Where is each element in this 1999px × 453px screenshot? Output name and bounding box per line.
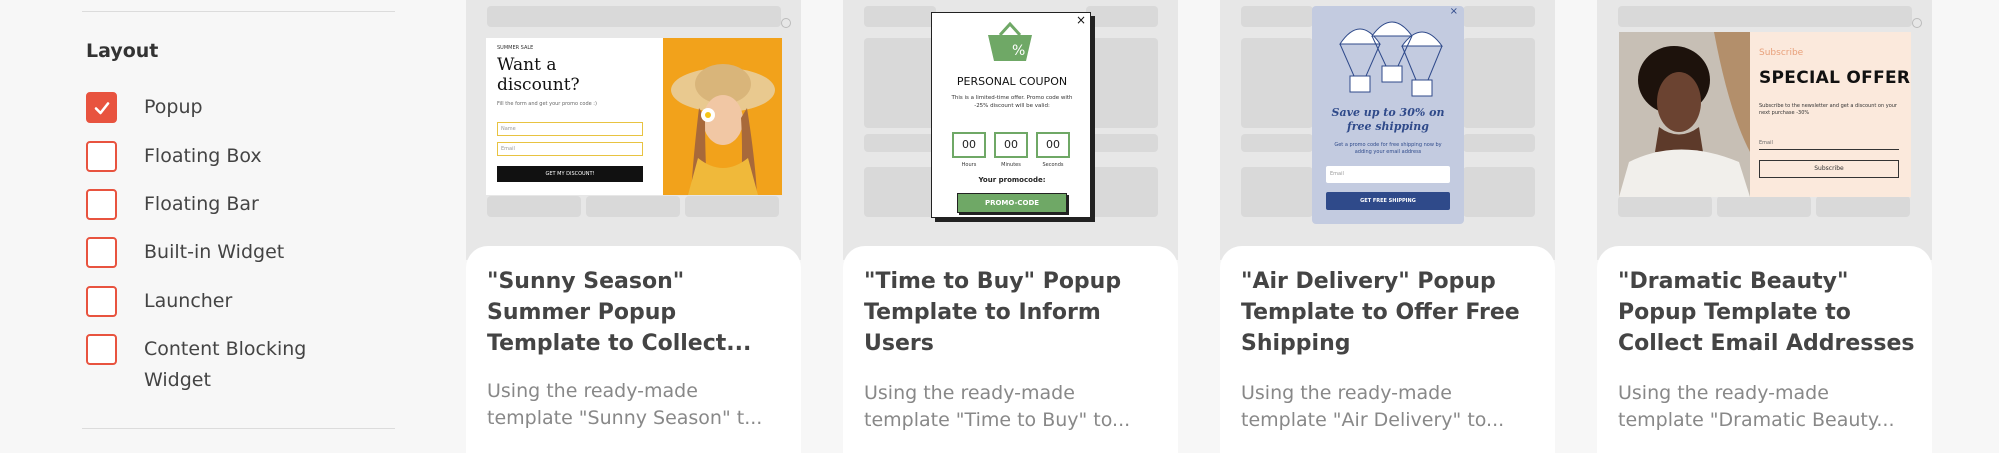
countdown-label: Hours bbox=[961, 162, 977, 168]
card-title[interactable]: "Time to Buy" Popup Template to Inform U… bbox=[864, 266, 1164, 361]
layout-option-built-in-widget[interactable]: Built-in Widget bbox=[86, 237, 364, 268]
card-description-line: Using the ready-made bbox=[864, 382, 1075, 404]
checkbox[interactable] bbox=[86, 141, 117, 172]
layout-option-floating-box[interactable]: Floating Box bbox=[86, 141, 364, 172]
popup-headline: Save up to 30% on free shipping bbox=[1331, 106, 1445, 133]
popup-email-field: Email bbox=[1759, 136, 1899, 150]
card-body: "Time to Buy" Popup Template to Inform U… bbox=[843, 246, 1178, 453]
radio-icon bbox=[1912, 18, 1922, 28]
card-description-line: template "Dramatic Beauty... bbox=[1618, 409, 1895, 431]
checkbox[interactable] bbox=[86, 334, 117, 365]
popup-mockup: × % PERSONAL COUPON This is a limited-ti… bbox=[931, 12, 1091, 218]
svg-text:%: % bbox=[1012, 43, 1025, 59]
checkbox-checked[interactable] bbox=[86, 92, 117, 123]
option-label: Built-in Widget bbox=[144, 241, 285, 263]
layout-option-content-blocking-widget[interactable]: Content Blocking Widget bbox=[86, 334, 364, 396]
layout-option-popup[interactable]: Popup bbox=[86, 92, 364, 123]
popup-name-field: Name bbox=[497, 122, 643, 136]
card-body: "Sunny Season" Summer Popup Template to … bbox=[466, 246, 801, 453]
popup-email-field: Email bbox=[497, 142, 643, 156]
radio-icon bbox=[781, 18, 791, 28]
countdown-seconds: 00 bbox=[1036, 132, 1070, 158]
card-description: Using the ready-made template "Sunny Sea… bbox=[487, 378, 777, 432]
popup-subtext: Get a promo code for free shipping now b… bbox=[1334, 142, 1442, 155]
checkbox[interactable] bbox=[86, 189, 117, 220]
template-preview: SUMMER SALE Want a discount? Fill the fo… bbox=[466, 0, 801, 260]
woman-photo bbox=[663, 38, 782, 195]
card-description: Using the ready-made template "Air Deliv… bbox=[1241, 380, 1531, 434]
promo-code: PROMO-CODE bbox=[957, 193, 1067, 213]
option-label: Popup bbox=[144, 96, 203, 118]
parachute-boxes-illustration bbox=[1339, 21, 1443, 97]
card-title[interactable]: "Air Delivery" Popup Template to Offer F… bbox=[1241, 266, 1541, 361]
popup-kicker: Subscribe bbox=[1759, 48, 1804, 58]
countdown-minutes: 00 bbox=[994, 132, 1028, 158]
card-body: "Air Delivery" Popup Template to Offer F… bbox=[1220, 246, 1555, 453]
checkbox[interactable] bbox=[86, 286, 117, 317]
popup-text: This is a limited-time offer. Promo code… bbox=[951, 95, 1073, 109]
popup-submit-button: GET MY DISCOUNT! bbox=[497, 166, 643, 182]
card-description: Using the ready-made template "Dramatic … bbox=[1618, 380, 1908, 434]
card-description-line: template "Time to Buy" to... bbox=[864, 409, 1131, 431]
card-description-line: template "Sunny Season" t... bbox=[487, 407, 763, 429]
template-card-sunny-season[interactable]: SUMMER SALE Want a discount? Fill the fo… bbox=[466, 0, 801, 453]
template-card-time-to-buy[interactable]: × % PERSONAL COUPON This is a limited-ti… bbox=[843, 0, 1178, 453]
divider bbox=[82, 428, 395, 429]
popup-subtext: Fill the form and get your promo code :) bbox=[497, 101, 597, 107]
popup-submit-button: GET FREE SHIPPING bbox=[1326, 192, 1450, 210]
countdown-label: Minutes bbox=[1001, 162, 1021, 168]
option-label: Content Blocking Widget bbox=[144, 338, 307, 391]
close-icon: × bbox=[1075, 13, 1086, 27]
option-label: Floating Bar bbox=[144, 193, 259, 215]
card-description-line: template "Air Delivery" to... bbox=[1241, 409, 1505, 431]
page: Layout Popup Floating Box Floating Bar B… bbox=[0, 0, 1999, 453]
layout-option-floating-bar[interactable]: Floating Bar bbox=[86, 189, 364, 220]
template-card-air-delivery[interactable]: × Save up to 30% on free shipping Get a … bbox=[1220, 0, 1555, 453]
template-preview: × Save up to 30% on free shipping Get a … bbox=[1220, 0, 1555, 260]
checkbox[interactable] bbox=[86, 237, 117, 268]
close-icon: × bbox=[1449, 6, 1458, 17]
basket-icon: % bbox=[988, 21, 1032, 61]
popup-heading: PERSONAL COUPON bbox=[956, 75, 1068, 88]
popup-email-field: Email bbox=[1326, 166, 1450, 183]
card-description: Using the ready-made template "Time to B… bbox=[864, 380, 1154, 434]
checkmark-icon bbox=[94, 101, 109, 114]
countdown-hours: 00 bbox=[952, 132, 986, 158]
popup-mockup: × Save up to 30% on free shipping Get a … bbox=[1312, 6, 1464, 224]
template-preview: × % PERSONAL COUPON This is a limited-ti… bbox=[843, 0, 1178, 260]
card-title[interactable]: "Sunny Season" Summer Popup Template to … bbox=[487, 266, 787, 361]
popup-mockup: Subscribe SPECIAL OFFER Subscribe to the… bbox=[1619, 32, 1911, 197]
option-label: Launcher bbox=[144, 290, 233, 312]
popup-submit-button: Subscribe bbox=[1759, 160, 1899, 178]
layout-section-title: Layout bbox=[86, 40, 159, 62]
popup-subtext: Subscribe to the newsletter and get a di… bbox=[1759, 103, 1897, 116]
option-label: Floating Box bbox=[144, 145, 262, 167]
popup-headline: Want a discount? bbox=[497, 55, 580, 95]
divider bbox=[82, 11, 395, 12]
card-description-line: Using the ready-made bbox=[1241, 382, 1452, 404]
card-body: "Dramatic Beauty" Popup Template to Coll… bbox=[1597, 246, 1932, 453]
template-preview: Subscribe SPECIAL OFFER Subscribe to the… bbox=[1597, 0, 1932, 260]
layout-filter-sidebar: Layout Popup Floating Box Floating Bar B… bbox=[0, 0, 400, 453]
card-title[interactable]: "Dramatic Beauty" Popup Template to Coll… bbox=[1618, 266, 1918, 361]
countdown-label: Seconds bbox=[1042, 162, 1064, 168]
promo-label: Your promocode: bbox=[978, 176, 1046, 184]
woman-photo bbox=[1619, 32, 1750, 197]
card-description-line: Using the ready-made bbox=[1618, 382, 1829, 404]
card-description-line: Using the ready-made bbox=[487, 380, 698, 402]
template-card-dramatic-beauty[interactable]: Subscribe SPECIAL OFFER Subscribe to the… bbox=[1597, 0, 1932, 453]
popup-headline: SPECIAL OFFER bbox=[1759, 68, 1911, 88]
popup-tag: SUMMER SALE bbox=[497, 45, 534, 51]
layout-option-launcher[interactable]: Launcher bbox=[86, 286, 364, 317]
popup-mockup: SUMMER SALE Want a discount? Fill the fo… bbox=[486, 38, 782, 195]
